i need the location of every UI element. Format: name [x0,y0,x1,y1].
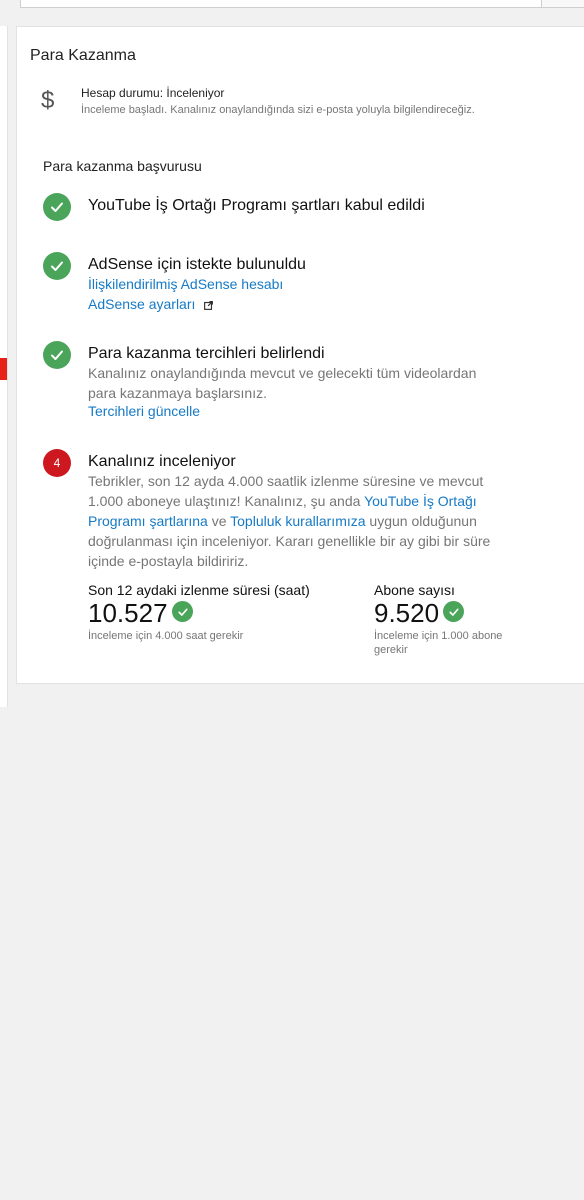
adsense-settings-label: AdSense ayarları [88,296,196,312]
page-title: Para Kazanma [30,47,136,64]
subscriber-requirement: İnceleme için 1.000 abone gerekir [374,630,503,656]
top-bar [0,0,584,18]
step-terms-accepted: YouTube İş Ortağı Programı şartları kabu… [88,197,425,214]
account-status-description: İnceleme başladı. Kanalınız onaylandığın… [81,104,475,116]
check-icon [43,193,71,221]
check-icon [43,341,71,369]
dollar-icon: $ [41,87,55,114]
step-channel-review: Kanalınız inceleniyor [88,453,236,470]
search-button[interactable] [541,0,584,8]
external-link-icon [204,301,214,310]
watch-time-label: Son 12 aydaki izlenme süresi (saat) [88,582,310,598]
step-review-description: Tebrikler, son 12 ayda 4.000 saatlik izl… [88,471,513,571]
review-text-part: ve [207,513,231,529]
watch-time-requirement: İnceleme için 4.000 saat gerekir [88,630,244,642]
step-preferences-description: Kanalınız onaylandığında mevcut ve gelec… [88,365,477,401]
check-icon [443,601,464,622]
linked-adsense-account-link[interactable]: İlişkilendirilmiş AdSense hesabı [88,276,283,292]
sidebar-active-indicator [0,358,7,380]
account-status: Hesap durumu: İnceleniyor [81,86,225,100]
step-number-badge: 4 [43,449,71,477]
subscriber-count-label: Abone sayısı [374,582,455,598]
adsense-settings-link[interactable]: AdSense ayarları [88,296,214,312]
monetization-card: Para Kazanma $ Hesap durumu: İnceleniyor… [16,26,584,684]
community-guidelines-link[interactable]: Topluluk kurallarımıza [230,513,365,529]
search-input[interactable] [20,0,542,8]
check-icon [43,252,71,280]
update-preferences-link[interactable]: Tercihleri güncelle [88,403,200,419]
step-preferences-set: Para kazanma tercihleri belirlendi [88,345,325,362]
step-adsense-requested: AdSense için istekte bulunuldu [88,256,306,273]
watch-time-value: 10.527 [88,598,168,628]
subscriber-count-value: 9.520 [374,598,440,628]
check-icon [172,601,193,622]
section-title: Para kazanma başvurusu [43,158,202,174]
